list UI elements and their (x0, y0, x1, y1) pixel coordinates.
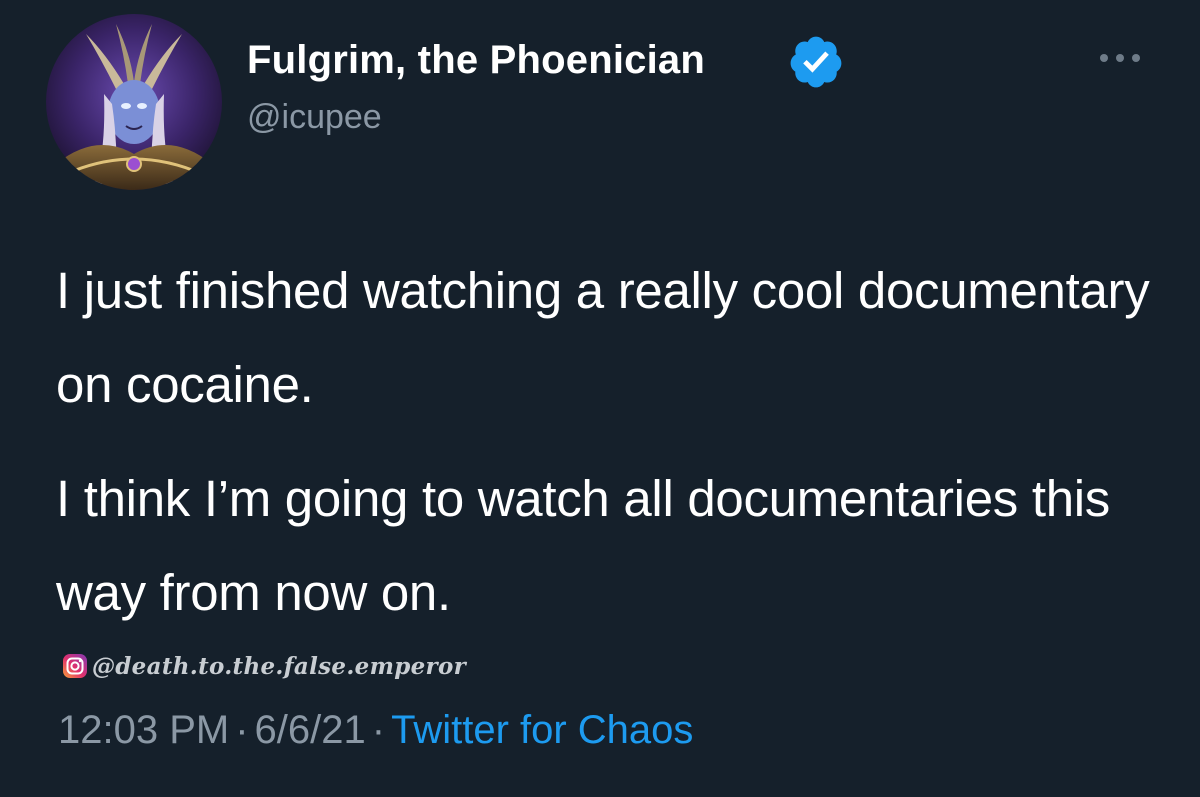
tweet: Fulgrim, the Phoenician @icupee I just f… (0, 0, 1200, 797)
verified-badge-icon (790, 36, 842, 88)
avatar[interactable] (46, 14, 222, 190)
watermark-text: @death.to.the.false.emperor (92, 652, 467, 680)
instagram-icon (63, 654, 87, 678)
tweet-text: I just finished watching a really cool d… (56, 244, 1166, 640)
tweet-paragraph: I think I’m going to watch all documenta… (56, 470, 1110, 621)
separator: · (235, 708, 249, 752)
tweet-source-link[interactable]: Twitter for Chaos (391, 708, 693, 752)
tweet-time[interactable]: 12:03 PM (58, 708, 229, 752)
tweet-meta: 12:03 PM · 6/6/21 · Twitter for Chaos (58, 708, 693, 753)
more-icon[interactable] (1096, 48, 1144, 68)
display-name[interactable]: Fulgrim, the Phoenician (247, 38, 705, 83)
tweet-date[interactable]: 6/6/21 (255, 708, 366, 752)
user-handle[interactable]: @icupee (247, 98, 382, 137)
watermark: @death.to.the.false.emperor (62, 650, 466, 682)
separator: · (371, 708, 386, 752)
tweet-paragraph: I just finished watching a really cool d… (56, 262, 1150, 413)
